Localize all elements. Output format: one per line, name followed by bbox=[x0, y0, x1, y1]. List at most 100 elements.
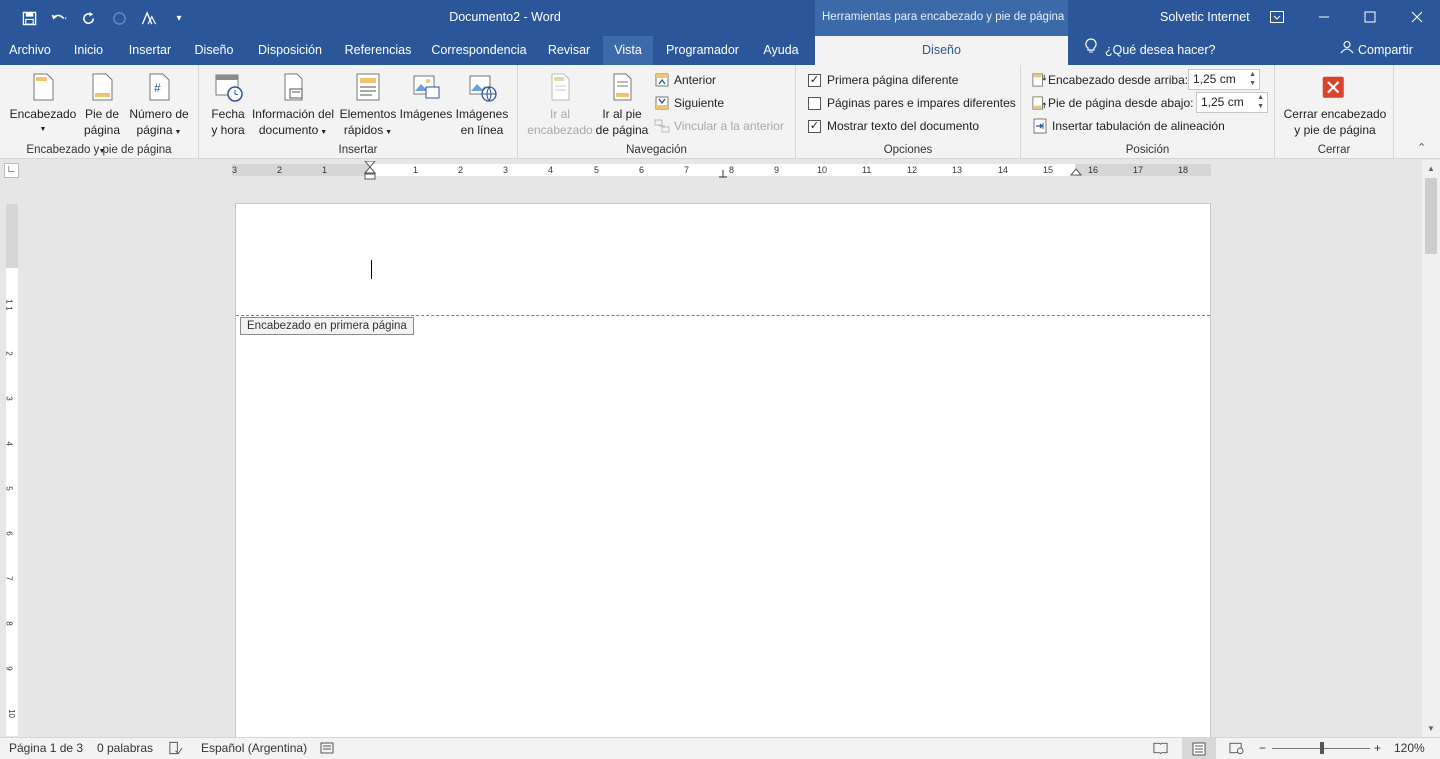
footer-icon bbox=[92, 73, 113, 101]
link-to-previous-button[interactable]: Vincular a la anterior bbox=[654, 117, 784, 135]
close-icon[interactable] bbox=[1394, 0, 1440, 34]
tab-diseno[interactable]: Diseño bbox=[188, 36, 240, 65]
share-button[interactable]: Compartir bbox=[1340, 36, 1413, 65]
tab-correspondencia[interactable]: Correspondencia bbox=[427, 36, 531, 65]
ruler-number: 1 bbox=[4, 299, 14, 304]
web-layout-icon[interactable] bbox=[1229, 741, 1244, 758]
tab-inicio[interactable]: Inicio bbox=[66, 36, 111, 65]
ribbon-display-options-icon[interactable] bbox=[1254, 0, 1300, 34]
ruler-number: 7 bbox=[4, 576, 14, 581]
svg-text:#: # bbox=[154, 81, 161, 95]
zoom-level[interactable]: 120% bbox=[1394, 741, 1425, 755]
different-first-page-checkbox[interactable]: ✓ Primera página diferente bbox=[808, 71, 958, 89]
pictures-button[interactable]: Imágenes bbox=[399, 71, 453, 122]
group-options: ✓ Primera página diferente Páginas pares… bbox=[796, 65, 1021, 159]
ruler-number: 5 bbox=[4, 486, 14, 491]
scroll-down-icon[interactable]: ▼ bbox=[1422, 724, 1440, 733]
header-boundary bbox=[236, 315, 1210, 316]
ruler-number: 10 bbox=[6, 709, 16, 718]
page-number-button[interactable]: # Número de página ▼ bbox=[126, 71, 192, 141]
next-button[interactable]: Siguiente bbox=[654, 94, 724, 112]
tab-selector[interactable]: ∟ bbox=[4, 163, 19, 178]
ruler-number: 14 bbox=[998, 165, 1009, 175]
date-time-button[interactable]: Fecha y hora bbox=[208, 71, 248, 138]
group-label-options: Opciones bbox=[883, 144, 933, 156]
insert-alignment-tab-button[interactable]: Insertar tabulación de alineación bbox=[1032, 117, 1225, 135]
go-to-footer-icon bbox=[613, 73, 632, 101]
maximize-icon[interactable] bbox=[1347, 0, 1393, 34]
contextual-tools-label: Herramientas para encabezado y pie de pá… bbox=[815, 0, 1068, 36]
collapse-ribbon-icon[interactable]: ⌃ bbox=[1417, 141, 1426, 154]
footer-from-bottom-input[interactable]: 1,25 cm ▲ ▼ bbox=[1196, 92, 1268, 113]
tab-contextual-diseno[interactable]: Diseño bbox=[815, 36, 1068, 65]
previous-button[interactable]: Anterior bbox=[654, 71, 716, 89]
ruler-number: 6 bbox=[4, 531, 14, 536]
ruler-number: 2 bbox=[277, 165, 283, 175]
zoom-slider-thumb[interactable] bbox=[1320, 742, 1324, 754]
page-count[interactable]: Página 1 de 3 bbox=[9, 741, 83, 755]
scroll-thumb[interactable] bbox=[1425, 178, 1437, 254]
ruler-number: 3 bbox=[232, 165, 238, 175]
group-label-position: Posición bbox=[1125, 144, 1170, 156]
footer-position-icon bbox=[1032, 96, 1046, 110]
ruler-number: 2 bbox=[458, 165, 464, 175]
right-indent-marker-icon[interactable] bbox=[1070, 166, 1082, 176]
close-header-footer-label-1: Cerrar encabezado bbox=[1283, 107, 1387, 121]
status-bar: Página 1 de 3 0 palabras Español (Argent… bbox=[0, 737, 1440, 759]
center-tab-stop-icon[interactable] bbox=[718, 168, 728, 178]
spinner-arrows-icon[interactable]: ▲ ▼ bbox=[1257, 93, 1264, 111]
header-from-top-input[interactable]: 1,25 cm ▲ ▼ bbox=[1188, 69, 1260, 90]
ruler-number: 9 bbox=[4, 666, 14, 671]
tab-disposicion[interactable]: Disposición bbox=[250, 36, 330, 65]
tab-revisar[interactable]: Revisar bbox=[541, 36, 597, 65]
account-name[interactable]: Solvetic Internet bbox=[1160, 10, 1250, 24]
header-position-icon bbox=[1032, 73, 1046, 87]
go-to-footer-label-1: Ir al pie bbox=[602, 107, 642, 121]
ruler-number: 1 bbox=[4, 306, 14, 311]
close-header-footer-button[interactable]: Cerrar encabezado y pie de página bbox=[1280, 71, 1390, 138]
read-mode-icon[interactable] bbox=[1153, 741, 1168, 758]
scroll-up-icon[interactable]: ▲ bbox=[1422, 164, 1440, 173]
macro-record-icon[interactable] bbox=[320, 741, 334, 758]
tab-archivo[interactable]: Archivo bbox=[4, 36, 56, 65]
tab-programador[interactable]: Programador bbox=[660, 36, 745, 65]
ruler-number: 8 bbox=[729, 165, 735, 175]
language[interactable]: Español (Argentina) bbox=[201, 741, 307, 755]
pictures-icon bbox=[413, 75, 440, 99]
header-button[interactable]: Encabezado ▼ bbox=[6, 71, 80, 138]
tab-vista[interactable]: Vista bbox=[603, 36, 653, 65]
online-pictures-button[interactable]: Imágenes en línea bbox=[453, 71, 511, 138]
proofing-icon[interactable] bbox=[168, 741, 183, 758]
zoom-out-icon[interactable]: − bbox=[1259, 741, 1266, 755]
vertical-ruler[interactable]: 1 1 2 3 4 5 6 7 8 9 10 bbox=[4, 204, 18, 736]
tab-insertar[interactable]: Insertar bbox=[121, 36, 179, 65]
person-icon bbox=[1340, 36, 1354, 65]
group-insert: Fecha y hora Información del documento ▼… bbox=[199, 65, 518, 159]
header-label: Encabezado bbox=[9, 107, 77, 121]
show-document-text-checkbox[interactable]: ✓ Mostrar texto del documento bbox=[808, 117, 979, 135]
go-to-footer-button[interactable]: Ir al pie de página bbox=[594, 71, 650, 138]
ruler-number: 11 bbox=[862, 165, 872, 175]
tab-referencias[interactable]: Referencias bbox=[338, 36, 418, 65]
tell-me-box[interactable]: ¿Qué desea hacer? bbox=[1085, 36, 1216, 65]
go-to-header-button[interactable]: Ir al encabezado bbox=[526, 71, 594, 138]
text-cursor bbox=[371, 260, 372, 279]
footer-label-2: página bbox=[83, 123, 121, 137]
word-count[interactable]: 0 palabras bbox=[97, 741, 153, 755]
tab-ayuda[interactable]: Ayuda bbox=[754, 36, 808, 65]
zoom-in-icon[interactable]: + bbox=[1374, 741, 1381, 755]
horizontal-ruler[interactable]: 3 2 1 1 2 3 4 5 6 7 8 9 10 11 12 13 14 1… bbox=[232, 161, 1211, 180]
date-time-label-2: y hora bbox=[211, 123, 245, 137]
close-x-icon bbox=[1322, 76, 1344, 98]
different-odd-even-checkbox[interactable]: Páginas pares e impares diferentes bbox=[808, 94, 1016, 112]
minimize-icon[interactable] bbox=[1301, 0, 1347, 34]
document-info-button[interactable]: Información del documento ▼ bbox=[249, 71, 337, 141]
vertical-scrollbar[interactable]: ▲ ▼ bbox=[1422, 160, 1440, 737]
document-page[interactable]: Encabezado en primera página bbox=[235, 203, 1211, 743]
quick-parts-button[interactable]: Elementos rápidos ▼ bbox=[338, 71, 398, 141]
indent-marker-icon[interactable] bbox=[364, 161, 376, 181]
spinner-arrows-icon[interactable]: ▲ ▼ bbox=[1249, 70, 1256, 88]
header-from-top-label-row: Encabezado desde arriba: bbox=[1032, 71, 1188, 89]
header-from-top-label: Encabezado desde arriba: bbox=[1048, 73, 1189, 87]
print-layout-icon[interactable] bbox=[1182, 738, 1216, 759]
